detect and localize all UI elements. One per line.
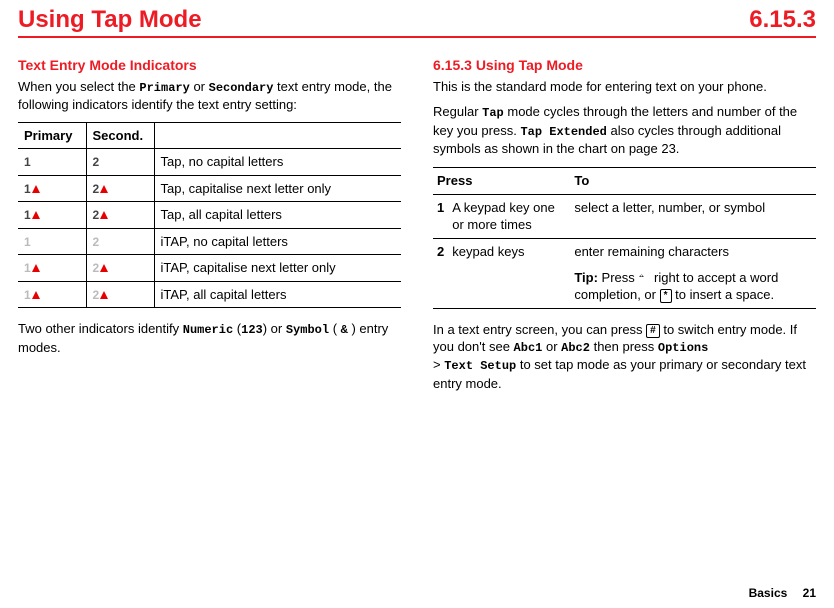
desc-cell: Tap, capitalise next letter only (154, 175, 401, 202)
right-p2: Regular Tap mode cycles through the lett… (433, 103, 816, 157)
col-to: To (570, 168, 816, 195)
tip-cell: Tip: Press right to accept a word comple… (570, 265, 816, 309)
intro-text: When you select the (18, 79, 139, 94)
options-label: Options (658, 341, 708, 355)
footer-section: Basics (749, 586, 788, 600)
indicators-table: Primary Second. 1 2 Tap, no capital lett… (18, 122, 401, 309)
table-row: 1 2 iTAP, all capital letters (18, 281, 401, 308)
step-num: 2 (433, 239, 448, 265)
hash-key-icon: # (646, 324, 660, 338)
press-cell: A keypad key one or more times (448, 194, 570, 238)
intro-text: or (190, 79, 209, 94)
nav-key-icon (638, 273, 650, 281)
page-header: Using Tap Mode 6.15.3 (18, 6, 816, 38)
post-text: Two other indicators identify (18, 321, 183, 336)
tap-1-all-caps-icon: 1 (24, 208, 42, 222)
secondary-label: Secondary (209, 81, 274, 95)
post-text: ( (233, 321, 241, 336)
tap-label: Tap (482, 106, 504, 120)
section-number: 6.15.3 (749, 6, 816, 34)
tap-1-cap-next-icon: 1 (24, 182, 42, 196)
right-p1: This is the standard mode for entering t… (433, 78, 816, 96)
page-title: Using Tap Mode (18, 6, 202, 34)
desc-cell: iTAP, all capital letters (154, 281, 401, 308)
table-row: 1 2 iTAP, capitalise next letter only (18, 255, 401, 282)
desc-cell: iTAP, no capital letters (154, 228, 401, 255)
itap-2-cap-next-icon: 2 (93, 261, 111, 275)
p3-text: In a text entry screen, you can press (433, 322, 646, 337)
col-desc (154, 122, 401, 149)
tap-2-icon: 2 (93, 155, 111, 169)
table-row: 1 2 Tap, capitalise next letter only (18, 175, 401, 202)
tip-text: to insert a space. (672, 287, 775, 302)
to-cell: select a letter, number, or symbol (570, 194, 816, 238)
col-press: Press (433, 168, 570, 195)
numeric-icon: 123 (241, 323, 263, 337)
tap-1-icon: 1 (24, 155, 42, 169)
primary-label: Primary (139, 81, 189, 95)
text-setup-label: Text Setup (444, 359, 516, 373)
table-row: 1 A keypad key one or more times select … (433, 194, 816, 238)
to-cell: enter remaining characters (570, 239, 816, 265)
col-primary: Primary (18, 122, 86, 149)
table-row: 2 keypad keys enter remaining characters (433, 239, 816, 265)
itap-1-cap-next-icon: 1 (24, 261, 42, 275)
table-header-row: Primary Second. (18, 122, 401, 149)
right-p3: In a text entry screen, you can press # … (433, 321, 816, 392)
left-post: Two other indicators identify Numeric (1… (18, 320, 401, 356)
left-subhead: Text Entry Mode Indicators (18, 56, 401, 75)
table-row: Tip: Press right to accept a word comple… (433, 265, 816, 309)
col-second: Second. (86, 122, 154, 149)
step-num: 1 (433, 194, 448, 238)
tap-2-all-caps-icon: 2 (93, 208, 111, 222)
star-key-icon: * (660, 289, 672, 303)
symbol-icon: & (341, 323, 348, 337)
press-table: Press To 1 A keypad key one or more time… (433, 167, 816, 308)
footer-page-number: 21 (803, 586, 816, 600)
itap-1-icon: 1 (24, 235, 42, 249)
desc-cell: iTAP, capitalise next letter only (154, 255, 401, 282)
desc-cell: Tap, all capital letters (154, 202, 401, 229)
numeric-label: Numeric (183, 323, 233, 337)
press-cell: keypad keys (448, 239, 570, 265)
page-footer: Basics 21 (749, 586, 816, 600)
abc1-label: Abc1 (514, 341, 543, 355)
p3-text: then press (590, 339, 658, 354)
table-row: 1 2 Tap, no capital letters (18, 149, 401, 176)
abc2-label: Abc2 (561, 341, 590, 355)
table-header-row: Press To (433, 168, 816, 195)
p3-text: or (542, 339, 561, 354)
table-row: 1 2 iTAP, no capital letters (18, 228, 401, 255)
symbol-label: Symbol (286, 323, 329, 337)
itap-2-icon: 2 (93, 235, 111, 249)
left-column: Text Entry Mode Indicators When you sele… (18, 56, 401, 400)
tap-2-cap-next-icon: 2 (93, 182, 111, 196)
tip-text: Press (598, 270, 638, 285)
p3-text: > (433, 357, 444, 372)
right-column: 6.15.3 Using Tap Mode This is the standa… (433, 56, 816, 400)
itap-1-all-caps-icon: 1 (24, 288, 42, 302)
left-intro: When you select the Primary or Secondary… (18, 78, 401, 114)
post-text: ( (329, 321, 341, 336)
table-row: 1 2 Tap, all capital letters (18, 202, 401, 229)
tap-extended-label: Tap Extended (520, 125, 606, 139)
right-subhead: 6.15.3 Using Tap Mode (433, 56, 816, 75)
tip-label: Tip: (574, 270, 598, 285)
itap-2-all-caps-icon: 2 (93, 288, 111, 302)
post-text: ) or (263, 321, 286, 336)
desc-cell: Tap, no capital letters (154, 149, 401, 176)
p2-text: Regular (433, 104, 482, 119)
